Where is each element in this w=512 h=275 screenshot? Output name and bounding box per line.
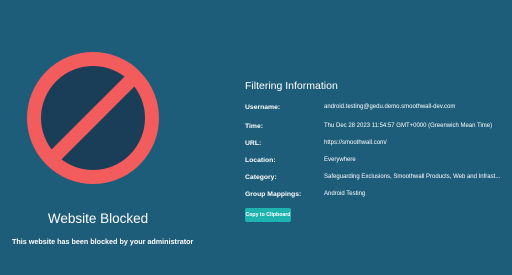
blocked-title: Website Blocked — [47, 211, 149, 226]
copy-to-clipboard-button[interactable]: Copy to Clipboard — [245, 208, 291, 222]
filtering-information-heading: Filtering Information — [245, 80, 338, 92]
url-label: URL: — [245, 140, 262, 147]
category-value: Safeguarding Exclusions, Smoothwall Prod… — [324, 174, 501, 180]
username-label: Username: — [245, 104, 281, 111]
group-mappings-value: Android Testing — [324, 191, 366, 197]
info-row-time: Time: Thu Dec 28 2023 11:54:57 GMT+0000 … — [245, 121, 507, 133]
blocked-message: This website has been blocked by your ad… — [12, 237, 194, 246]
location-value: Everywhere — [324, 157, 356, 163]
prohibited-icon — [26, 51, 160, 185]
url-value: https://smoothwall.com/ — [324, 140, 387, 146]
block-page: Website Blocked This website has been bl… — [0, 0, 512, 275]
location-label: Location: — [245, 157, 276, 164]
username-value: android.testing@gedu.demo.smoothwall-dev… — [324, 104, 456, 110]
category-label: Category: — [245, 174, 277, 181]
info-row-location: Location: Everywhere — [245, 155, 507, 167]
time-label: Time: — [245, 123, 264, 130]
info-row-group-mappings: Group Mappings: Android Testing — [245, 189, 507, 201]
info-row-username: Username: android.testing@gedu.demo.smoo… — [245, 102, 507, 114]
group-mappings-label: Group Mappings: — [245, 191, 302, 198]
info-row-url: URL: https://smoothwall.com/ — [245, 138, 507, 150]
time-value: Thu Dec 28 2023 11:54:57 GMT+0000 (Green… — [324, 123, 493, 129]
info-row-category: Category: Safeguarding Exclusions, Smoot… — [245, 172, 507, 184]
